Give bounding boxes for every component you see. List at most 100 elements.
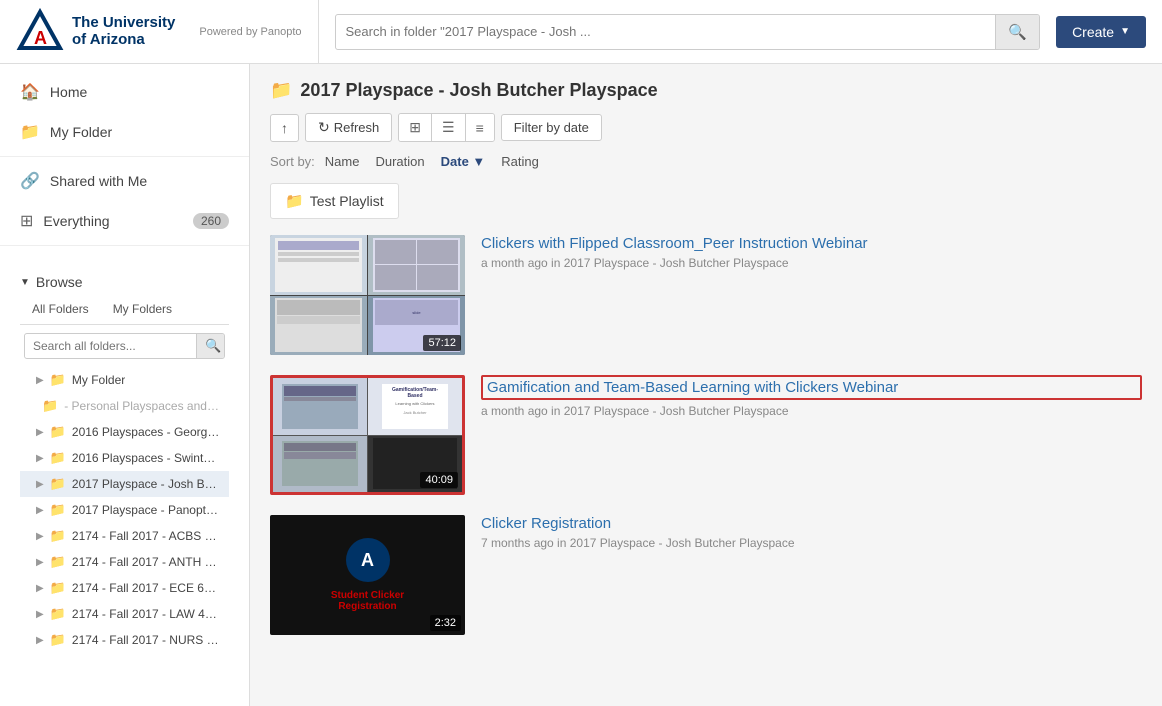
university-logo: A	[16, 8, 64, 56]
video-item-1: slide 57:12 Clickers with Flipped Classr…	[270, 235, 1142, 355]
sort-row: Sort by: Name Duration Date ▼ Rating	[270, 152, 1142, 171]
sort-by-duration[interactable]: Duration	[369, 152, 430, 171]
folder-item-label: 2016 Playspaces - Swinteck Playspac...	[72, 451, 221, 465]
gami-cell-2: Gamification/Team-Based Learning with Cl…	[368, 378, 462, 435]
breadcrumb-row: 📁 2017 Playspace - Josh Butcher Playspac…	[270, 80, 1142, 101]
folder-expand-icon: ▶	[36, 375, 44, 386]
sidebar-item-everything[interactable]: ⊞ Everything 260	[0, 201, 249, 241]
view-toggle-group: ⊞ ☰ ≡	[398, 113, 494, 142]
university-line2: of Arizona	[72, 32, 175, 49]
folder-item-2016-georgia[interactable]: ▶ 📁 2016 Playspaces - Georgia Davis Play…	[20, 419, 229, 445]
folder-item-label: 2174 - Fall 2017 - ECE 677 FA17 001...	[72, 581, 221, 595]
video-thumbnail-1[interactable]: slide 57:12	[270, 235, 465, 355]
sidebar: 🏠 Home 📁 My Folder 🔗 Shared with Me ⊞ Ev…	[0, 64, 250, 706]
video-item-2: Gamification/Team-Based Learning with Cl…	[270, 375, 1142, 495]
folder-file-icon: 📁	[50, 450, 66, 466]
folder-expand-icon: ▶	[36, 583, 44, 594]
playlist-folder-item[interactable]: 📁 Test Playlist	[270, 183, 399, 219]
folder-file-icon: 📁	[50, 476, 66, 492]
compact-view-button[interactable]: ≡	[466, 114, 494, 141]
playlist-label: Test Playlist	[310, 193, 384, 209]
clicker-label-text: Student ClickerRegistration	[331, 590, 404, 612]
sidebar-divider-2	[0, 245, 249, 246]
folder-item-label: 2174 - Fall 2017 - NURS 609A Advan...	[72, 633, 221, 647]
create-label: Create	[1072, 24, 1114, 40]
sort-by-date[interactable]: Date ▼	[435, 152, 492, 171]
folder-search-input[interactable]	[25, 335, 196, 357]
sidebar-myfolder-label: My Folder	[50, 124, 112, 140]
folder-file-icon: 📁	[50, 528, 66, 544]
list-view-button[interactable]: ☰	[432, 114, 466, 141]
folder-item-myfolder[interactable]: ▶ 📁 My Folder	[20, 367, 229, 393]
thumb-cell-1	[270, 235, 367, 295]
folder-item-label: 2016 Playspaces - Georgia Davis Play...	[72, 425, 221, 439]
video-title-1[interactable]: Clickers with Flipped Classroom_Peer Ins…	[481, 235, 1142, 252]
folder-item-2174-anth[interactable]: ▶ 📁 2174 - Fall 2017 - ANTH 364 FA17 0C.…	[20, 549, 229, 575]
sidebar-home-label: Home	[50, 84, 87, 100]
video-title-3[interactable]: Clicker Registration	[481, 515, 1142, 532]
folder-item-2017-panopto[interactable]: ▶ 📁 2017 Playspace - Panopto IT Summit..…	[20, 497, 229, 523]
folder-expand-icon: ▶	[36, 453, 44, 464]
back-button[interactable]: ↑	[270, 114, 299, 142]
refresh-label: Refresh	[334, 120, 380, 135]
folder-search-bar[interactable]: 🔍	[24, 333, 225, 359]
video-title-2[interactable]: Gamification and Team-Based Learning wit…	[481, 375, 1142, 400]
folder-item-2174-law[interactable]: ▶ 📁 2174 - Fall 2017 - LAW 402A 502A FA.…	[20, 601, 229, 627]
folder-expand-icon: ▶	[36, 479, 44, 490]
video-thumbnail-3[interactable]: A Student ClickerRegistration 2:32	[270, 515, 465, 635]
folder-item-label: 2017 Playspace - Panopto IT Summit...	[72, 503, 221, 517]
folder-expand-icon: ▶	[36, 505, 44, 516]
powered-by-text: Powered by Panopto	[199, 26, 301, 38]
sidebar-item-shared[interactable]: 🔗 Shared with Me	[0, 161, 249, 201]
university-line1: The University	[72, 15, 175, 32]
folder-item-label: 2017 Playspace - Josh Butcher Playsp...	[72, 477, 221, 491]
folders-tabs: All Folders My Folders	[20, 296, 229, 325]
folder-search-button[interactable]: 🔍	[196, 334, 225, 358]
folder-item-2174-acbs[interactable]: ▶ 📁 2174 - Fall 2017 - ACBS ECOL MIC Pl.…	[20, 523, 229, 549]
folder-item-2174-nurs[interactable]: ▶ 📁 2174 - Fall 2017 - NURS 609A Advan..…	[20, 627, 229, 653]
folder-item-2174-ece[interactable]: ▶ 📁 2174 - Fall 2017 - ECE 677 FA17 001.…	[20, 575, 229, 601]
folder-item-2017-josh[interactable]: ▶ 📁 2017 Playspace - Josh Butcher Playsp…	[20, 471, 229, 497]
folder-expand-icon: ▶	[36, 635, 44, 646]
folder-file-icon: 📁	[50, 632, 66, 648]
search-bar[interactable]: 🔍	[335, 14, 1041, 50]
folder-item-label: 2174 - Fall 2017 - LAW 402A 502A FA...	[72, 607, 221, 621]
video-meta-3: 7 months ago in 2017 Playspace - Josh Bu…	[481, 536, 1142, 550]
refresh-icon: ↻	[318, 119, 330, 136]
logo-area: A The University of Arizona Powered by P…	[16, 0, 319, 63]
video-thumbnail-2[interactable]: Gamification/Team-Based Learning with Cl…	[270, 375, 465, 495]
sort-by-name[interactable]: Name	[319, 152, 366, 171]
folder-expand-icon: ▶	[36, 557, 44, 568]
create-button[interactable]: Create ▼	[1056, 16, 1146, 48]
clicker-logo-icon: A	[346, 538, 390, 582]
folder-file-icon: 📁	[50, 372, 66, 388]
browse-label: Browse	[36, 274, 83, 290]
browse-header[interactable]: ▼ Browse	[20, 268, 229, 296]
tab-all-folders[interactable]: All Folders	[20, 296, 101, 324]
sidebar-everything-label: Everything	[43, 213, 109, 229]
video-duration-badge-2: 40:09	[420, 472, 458, 488]
thumb-cell-2	[368, 235, 465, 295]
sidebar-item-home[interactable]: 🏠 Home	[0, 72, 249, 112]
search-button[interactable]: 🔍	[995, 15, 1039, 49]
video-info-1: Clickers with Flipped Classroom_Peer Ins…	[481, 235, 1142, 270]
tab-my-folders[interactable]: My Folders	[101, 296, 184, 324]
page-title: 2017 Playspace - Josh Butcher Playspace	[300, 80, 657, 101]
folder-item-2016-swinteck[interactable]: ▶ 📁 2016 Playspaces - Swinteck Playspac.…	[20, 445, 229, 471]
sidebar-divider-1	[0, 156, 249, 157]
home-icon: 🏠	[20, 82, 40, 102]
refresh-button[interactable]: ↻ Refresh	[305, 113, 392, 142]
breadcrumb-folder-icon: 📁	[270, 80, 292, 101]
search-input[interactable]	[336, 24, 996, 39]
video-info-2: Gamification and Team-Based Learning wit…	[481, 375, 1142, 418]
main-content: 📁 2017 Playspace - Josh Butcher Playspac…	[250, 64, 1162, 706]
browse-section: ▼ Browse All Folders My Folders 🔍 ▶ 📁 My…	[0, 258, 249, 665]
sort-by-rating[interactable]: Rating	[495, 152, 545, 171]
svg-text:A: A	[34, 28, 47, 48]
video-duration-badge-1: 57:12	[423, 335, 461, 351]
grid-view-button[interactable]: ⊞	[399, 114, 432, 141]
folder-item-personal[interactable]: 📁 - Personal Playspaces and Sandbox...	[20, 393, 229, 419]
filter-by-date-button[interactable]: Filter by date	[501, 114, 602, 141]
browse-arrow-icon: ▼	[20, 277, 30, 288]
sidebar-item-myfolder[interactable]: 📁 My Folder	[0, 112, 249, 152]
